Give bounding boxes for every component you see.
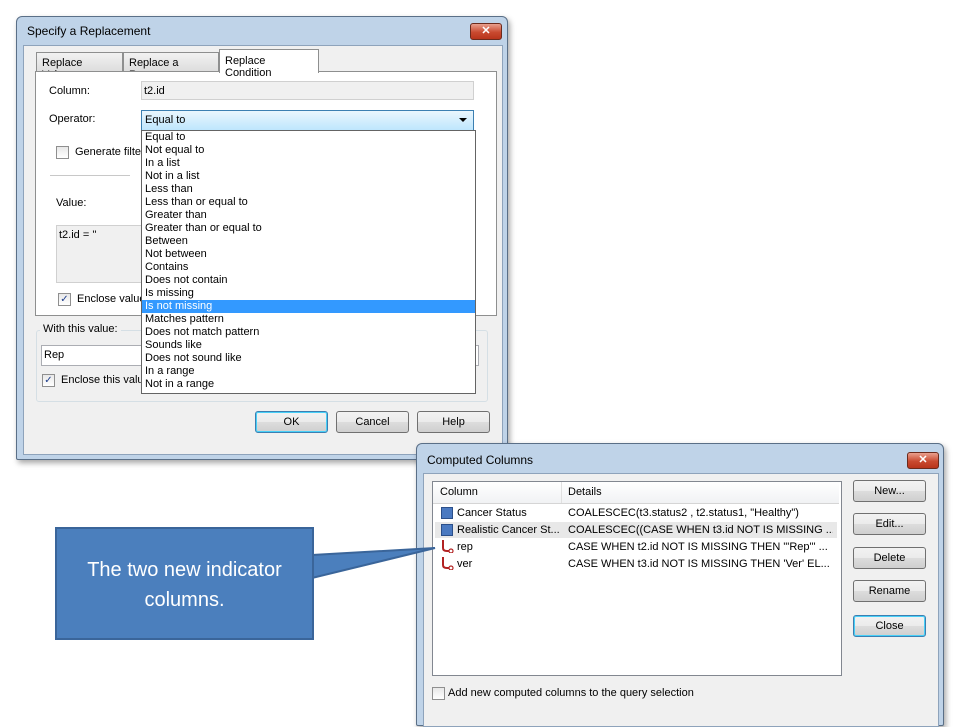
callout-text: The two new indicator columns. bbox=[87, 559, 282, 611]
annotation-callout: The two new indicator columns. bbox=[55, 527, 314, 640]
